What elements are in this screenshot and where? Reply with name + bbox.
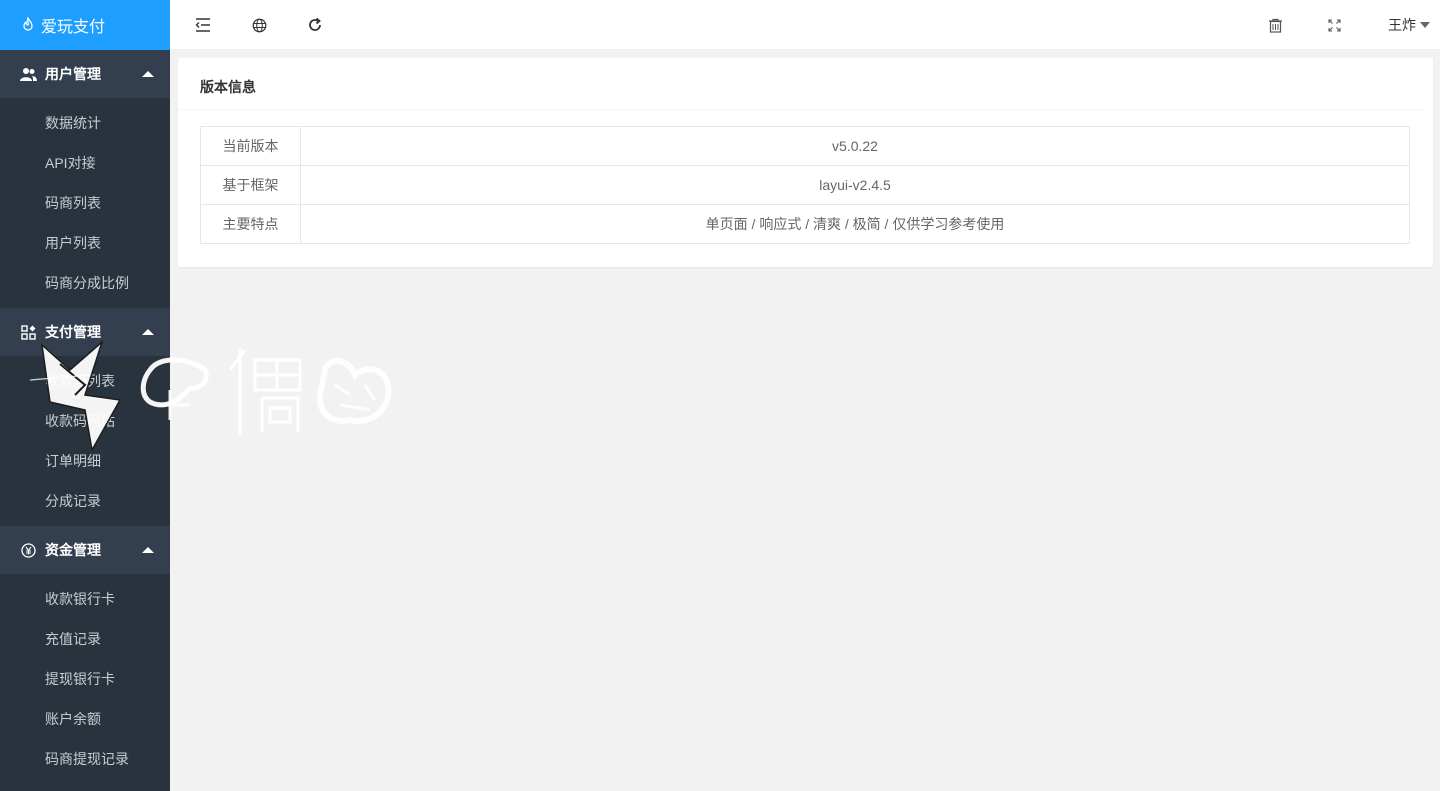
card-title: 版本信息 (178, 58, 1423, 110)
nav-group-user-management[interactable]: 用户管理 (0, 50, 170, 98)
table-row: 主要特点 单页面 / 响应式 / 清爽 / 极简 / 仅供学习参考使用 (200, 204, 1410, 244)
version-table: 当前版本 v5.0.22 基于框架 layui-v2.4.5 主要特点 单页面 … (200, 126, 1410, 244)
nav-group-label: 用户管理 (45, 66, 101, 82)
sidebar-item-data-stats[interactable]: 数据统计 (0, 103, 170, 143)
sidebar-item-user-list[interactable]: 用户列表 (0, 223, 170, 263)
sidebar-item-receive-bankcard[interactable]: 收款银行卡 (0, 579, 170, 619)
sidebar: 爱玩支付 用户管理 数据统计 API对接 码商列表 用户列表 码商分成比例 支付… (0, 0, 170, 791)
users-icon (20, 66, 37, 83)
table-cell-key: 当前版本 (200, 126, 301, 166)
sidebar-item-account-balance[interactable]: 账户余额 (0, 699, 170, 739)
username: 王炸 (1388, 17, 1416, 33)
top-header: 王炸 (170, 0, 1440, 50)
table-cell-value: 单页面 / 响应式 / 清爽 / 极简 / 仅供学习参考使用 (300, 204, 1410, 244)
user-menu[interactable]: 王炸 (1388, 0, 1430, 50)
sidebar-item-recharge-record[interactable]: 充值记录 (0, 619, 170, 659)
app-logo[interactable]: 爱玩支付 (0, 0, 170, 50)
nav-group-payment-management[interactable]: 支付管理 (0, 308, 170, 356)
sidebar-item-qrcode-site[interactable]: 收款码网站 (0, 401, 170, 441)
table-row: 基于框架 layui-v2.4.5 (200, 165, 1410, 205)
caret-up-icon (142, 71, 154, 77)
sidebar-item-merchant-withdraw-record[interactable]: 码商提现记录 (0, 739, 170, 779)
yen-icon (20, 542, 37, 559)
fullscreen-icon[interactable] (1324, 15, 1344, 35)
table-cell-value: v5.0.22 (300, 126, 1410, 166)
fire-icon (20, 17, 36, 33)
menu-collapse-icon[interactable] (193, 15, 213, 35)
nav-list-fund-management: 收款银行卡 充值记录 提现银行卡 账户余额 码商提现记录 (0, 574, 170, 784)
nav-group-label: 资金管理 (45, 542, 101, 558)
globe-icon[interactable] (249, 15, 269, 35)
sidebar-item-order-detail[interactable]: 订单明细 (0, 441, 170, 481)
trash-icon[interactable] (1265, 15, 1285, 35)
refresh-icon[interactable] (305, 15, 325, 35)
nav-group-label: 支付管理 (45, 324, 101, 340)
caret-up-icon (142, 547, 154, 553)
table-cell-key: 主要特点 (200, 204, 301, 244)
sidebar-item-qrcode-list[interactable]: 收款码列表 (0, 361, 170, 401)
version-info-card: 版本信息 当前版本 v5.0.22 基于框架 layui-v2.4.5 主要特点… (178, 58, 1433, 267)
caret-up-icon (142, 329, 154, 335)
table-cell-key: 基于框架 (200, 165, 301, 205)
sidebar-item-api[interactable]: API对接 (0, 143, 170, 183)
table-row: 当前版本 v5.0.22 (200, 126, 1410, 166)
sidebar-item-share-record[interactable]: 分成记录 (0, 481, 170, 521)
app-title: 爱玩支付 (41, 19, 106, 36)
nav-group-fund-management[interactable]: 资金管理 (0, 526, 170, 574)
nav-list-user-management: 数据统计 API对接 码商列表 用户列表 码商分成比例 (0, 98, 170, 308)
sidebar-item-merchant-list[interactable]: 码商列表 (0, 183, 170, 223)
sidebar-item-merchant-ratio[interactable]: 码商分成比例 (0, 263, 170, 303)
chevron-down-icon (1420, 22, 1430, 28)
sidebar-item-withdraw-bankcard[interactable]: 提现银行卡 (0, 659, 170, 699)
table-cell-value: layui-v2.4.5 (300, 165, 1410, 205)
nav-list-payment-management: 收款码列表 收款码网站 订单明细 分成记录 (0, 356, 170, 526)
apps-icon (20, 324, 37, 341)
